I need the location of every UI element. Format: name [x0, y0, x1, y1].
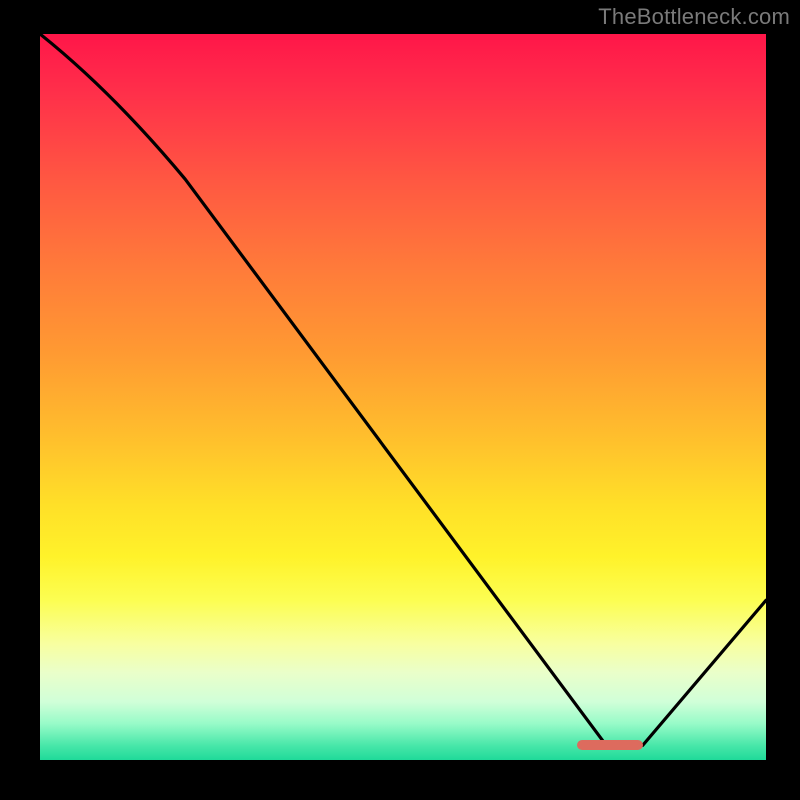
attribution-label: TheBottleneck.com	[598, 4, 790, 30]
bottleneck-curve	[40, 34, 766, 747]
optimal-range-marker	[577, 740, 642, 750]
chart-frame: TheBottleneck.com	[0, 0, 800, 800]
bottleneck-curve-plot	[40, 34, 766, 760]
